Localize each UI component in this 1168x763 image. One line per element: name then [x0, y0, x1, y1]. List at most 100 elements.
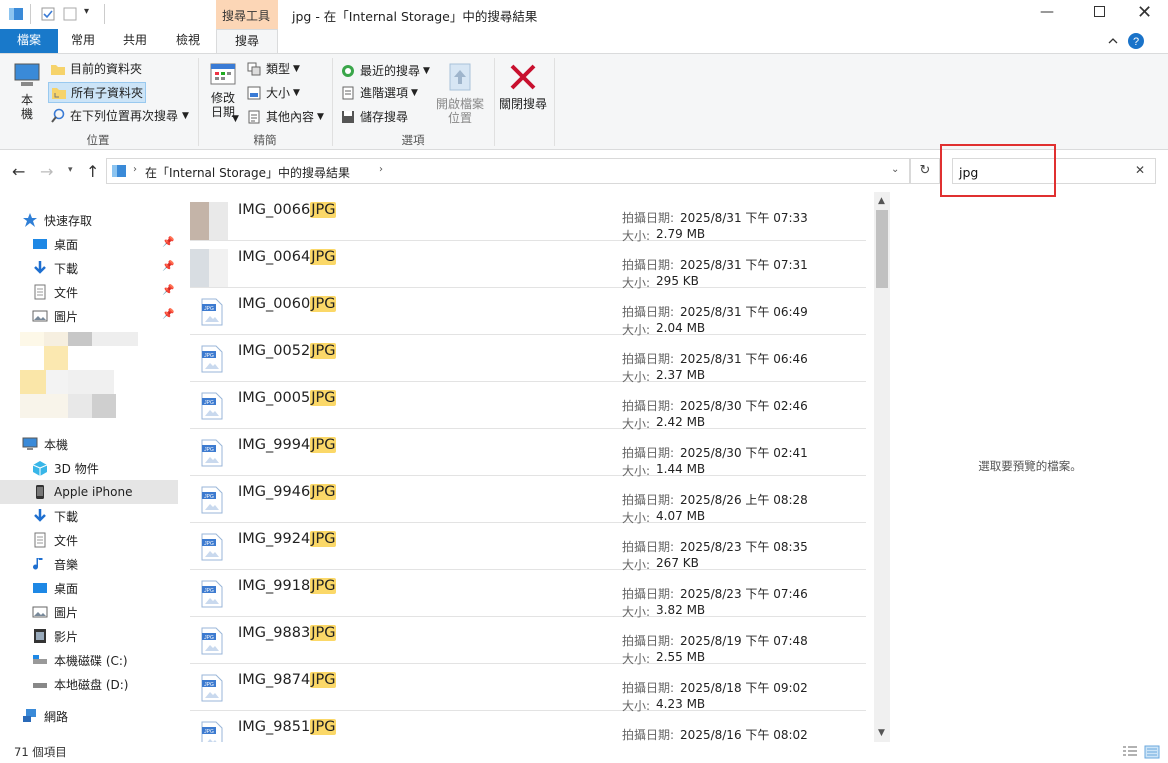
documents-icon — [34, 284, 46, 300]
scroll-down-icon[interactable]: ▼ — [878, 728, 885, 738]
scrollbar-thumb[interactable] — [876, 210, 888, 288]
documents-icon — [34, 532, 46, 548]
quick-access-toolbar-dropdown-icon[interactable]: ▾ — [84, 6, 89, 17]
tab-home[interactable]: 常用 — [58, 29, 108, 53]
size-button[interactable]: 大小 ▼ — [246, 84, 300, 101]
context-tab-label: 搜尋工具 — [222, 9, 271, 23]
nav-label: 下載 — [54, 509, 79, 524]
file-name: IMG_0052 JPG — [238, 343, 337, 359]
open-file-location-button[interactable]: 開啟檔案 位置 — [434, 60, 486, 125]
pin-icon[interactable]: 📌 — [162, 309, 174, 321]
current-folder-button[interactable]: 目前的資料夾 — [50, 60, 142, 77]
nav-quick-access[interactable]: 快速存取 — [22, 208, 200, 232]
address-dropdown-icon[interactable]: ⌄ — [891, 164, 899, 175]
nav-pc-videos[interactable]: 影片 — [32, 624, 178, 648]
tab-share[interactable]: 共用 — [110, 29, 160, 53]
nav-quick-pictures[interactable]: 圖片 📌 — [32, 304, 178, 328]
recent-locations-icon[interactable]: ▾ — [68, 165, 73, 175]
date-value: 2025/8/23 下午 07:46 — [680, 587, 808, 601]
file-row[interactable]: JPG IMG_9918 JPG 拍攝日期: 2025/8/23 下午 07:46 大小:… — [190, 570, 866, 619]
svg-text:JPG: JPG — [204, 306, 214, 312]
nav-quick-desktop[interactable]: 桌面 📌 — [32, 232, 178, 256]
search-match-highlight: JPG — [310, 531, 337, 547]
kind-button[interactable]: 類型 ▼ — [246, 60, 300, 77]
advanced-options-label: 進階選項 — [360, 86, 409, 100]
svg-text:JPG: JPG — [204, 682, 214, 688]
file-row[interactable]: JPG IMG_0060 JPG 拍攝日期: 2025/8/31 下午 06:49 大小:… — [190, 288, 866, 337]
search-match-highlight: JPG — [310, 390, 337, 406]
back-arrow-icon[interactable]: ← — [12, 162, 25, 181]
tab-view[interactable]: 檢視 — [162, 29, 214, 53]
breadcrumb-chevron-icon: › — [379, 164, 383, 175]
minimize-button[interactable]: — — [1040, 4, 1054, 20]
new-folder-icon[interactable] — [62, 6, 78, 22]
nav-3d-objects[interactable]: 3D 物件 — [32, 456, 178, 480]
ribbon-divider — [554, 58, 555, 146]
search-again-button[interactable]: 在下列位置再次搜尋 ▼ — [50, 107, 189, 124]
file-row[interactable]: JPG IMG_0005 JPG 拍攝日期: 2025/8/30 下午 02:46 大小:… — [190, 382, 866, 431]
file-date: 拍攝日期: 2025/8/18 下午 09:02 — [622, 679, 808, 696]
tiles-view-icon[interactable] — [1144, 745, 1160, 759]
pin-icon[interactable]: 📌 — [162, 285, 174, 297]
nav-apple-iphone[interactable]: Apple iPhone — [0, 480, 178, 504]
search-box-highlight-annotation — [940, 144, 1056, 197]
advanced-options-icon — [342, 86, 354, 99]
breadcrumb-path[interactable]: 在「Internal Storage」中的搜尋結果 — [145, 164, 350, 181]
nav-pc-desktop[interactable]: 桌面 — [32, 576, 178, 600]
nav-network-label: 網路 — [44, 709, 69, 724]
file-row[interactable]: IMG_0066 JPG 拍攝日期: 2025/8/31 下午 07:33 大小: 2.7… — [190, 194, 866, 243]
advanced-options-button[interactable]: 進階選項 ▼ — [340, 84, 418, 101]
forward-arrow-icon[interactable]: → — [40, 162, 53, 181]
file-row[interactable]: JPG IMG_9994 JPG 拍攝日期: 2025/8/30 下午 02:41 大小:… — [190, 429, 866, 478]
tab-search[interactable]: 搜尋 — [216, 29, 278, 54]
close-window-button[interactable]: ✕ — [1137, 2, 1152, 23]
clear-search-icon[interactable]: ✕ — [1135, 163, 1145, 177]
file-row[interactable]: JPG IMG_9946 JPG 拍攝日期: 2025/8/26 上午 08:28 大小:… — [190, 476, 866, 525]
nav-pc-pictures[interactable]: 圖片 — [32, 600, 178, 624]
file-row[interactable]: JPG IMG_0052 JPG 拍攝日期: 2025/8/31 下午 06:46 大小:… — [190, 335, 866, 384]
file-row[interactable]: JPG IMG_9924 JPG 拍攝日期: 2025/8/23 下午 08:35 大小:… — [190, 523, 866, 572]
folder-app-icon — [9, 8, 23, 20]
file-row[interactable]: JPG IMG_9883 JPG 拍攝日期: 2025/8/19 下午 07:48 大小:… — [190, 617, 866, 666]
file-row[interactable]: IMG_0064 JPG 拍攝日期: 2025/8/31 下午 07:31 大小: 295… — [190, 241, 866, 290]
all-subfolders-button[interactable]: 所有子資料夾 — [48, 82, 147, 103]
nav-pc-documents[interactable]: 文件 — [32, 528, 178, 552]
file-name: IMG_9994 JPG — [238, 437, 337, 453]
kind-icon — [247, 62, 261, 75]
maximize-button[interactable] — [1094, 6, 1105, 17]
details-view-icon[interactable] — [1122, 745, 1138, 759]
tab-file[interactable]: 檔案 — [0, 29, 58, 53]
nav-pc-downloads[interactable]: 下載 — [32, 504, 178, 528]
scroll-up-icon[interactable]: ▲ — [878, 196, 885, 206]
svg-text:JPG: JPG — [204, 541, 214, 547]
pin-icon[interactable]: 📌 — [162, 237, 174, 249]
save-search-button[interactable]: 儲存搜尋 — [340, 108, 408, 125]
nav-this-pc[interactable]: 本機 — [22, 432, 200, 456]
nav-pc-music[interactable]: 音樂 — [32, 552, 178, 576]
up-arrow-icon[interactable]: ↑ — [86, 162, 99, 181]
file-row[interactable]: JPG IMG_9851 JPG 拍攝日期: 2025/8/16 下午 08:02 — [190, 711, 866, 742]
other-properties-button[interactable]: 其他內容 ▼ — [246, 108, 324, 125]
file-name-base: IMG_0005 — [238, 390, 311, 406]
nav-drive-d[interactable]: 本地磁盘 (D:) — [32, 672, 178, 696]
svg-text:JPG: JPG — [204, 353, 214, 359]
nav-quick-documents[interactable]: 文件 📌 — [32, 280, 178, 304]
nav-label: 本機磁碟 (C:) — [54, 653, 128, 668]
close-search-button[interactable]: 關閉搜尋 — [498, 62, 548, 112]
recent-searches-button[interactable]: 最近的搜尋 ▼ — [340, 62, 430, 79]
file-row[interactable]: JPG IMG_9874 JPG 拍攝日期: 2025/8/18 下午 09:02 大小:… — [190, 664, 866, 713]
address-bar[interactable]: › 在「Internal Storage」中的搜尋結果 › ⌄ — [106, 158, 910, 184]
vertical-scrollbar[interactable]: ▲ ▼ — [874, 192, 890, 742]
file-date: 拍攝日期: 2025/8/19 下午 07:48 — [622, 632, 808, 649]
collapse-ribbon-icon[interactable] — [1106, 34, 1120, 48]
help-icon[interactable]: ? — [1127, 32, 1145, 50]
pin-icon[interactable]: 📌 — [162, 261, 174, 273]
properties-icon[interactable] — [40, 6, 56, 22]
nav-quick-downloads[interactable]: 下載 📌 — [32, 256, 178, 280]
nav-drive-c[interactable]: 本機磁碟 (C:) — [32, 648, 178, 672]
chevron-down-icon: ▼ — [317, 111, 324, 122]
this-pc-button[interactable]: 本 機 — [8, 60, 46, 128]
file-name-base: IMG_9883 — [238, 625, 311, 641]
nav-network[interactable]: 網路 — [22, 704, 200, 728]
refresh-button[interactable]: ↻ — [910, 158, 940, 184]
